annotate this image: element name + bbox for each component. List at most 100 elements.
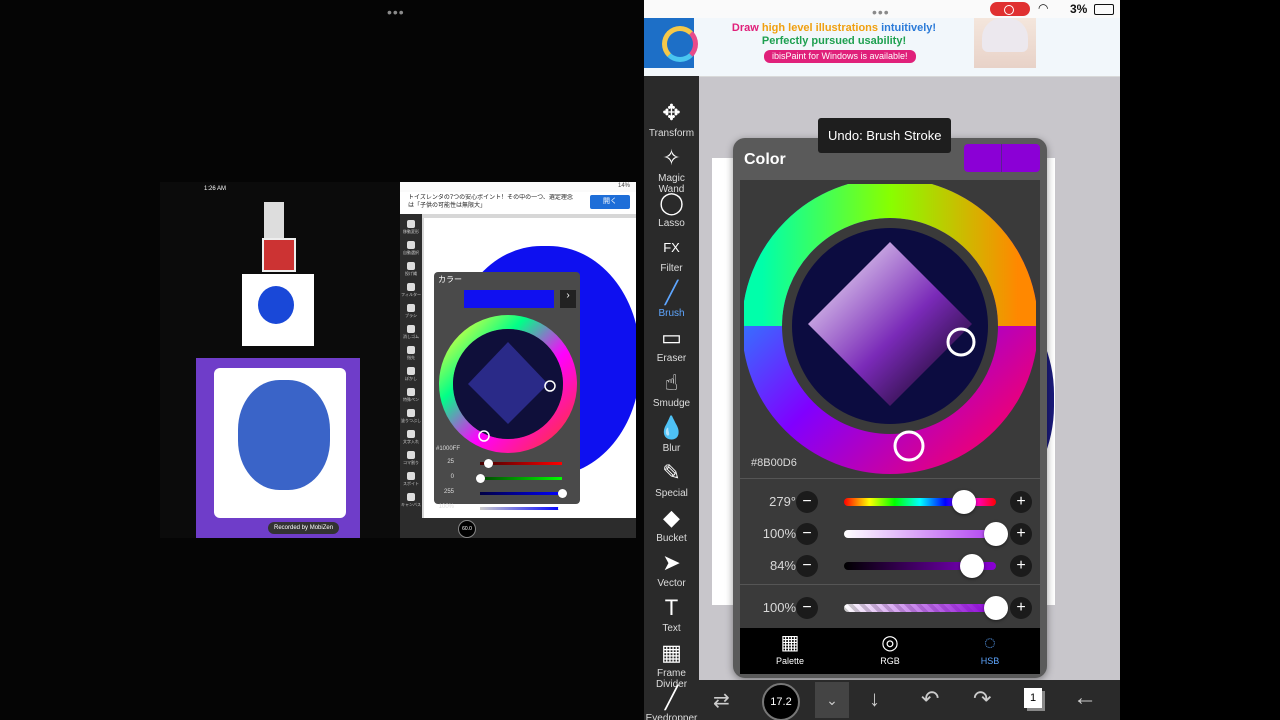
tool-lasso[interactable]: ◯ Lasso xyxy=(644,190,699,229)
mini-tool-icon xyxy=(407,304,415,312)
tool-smudge[interactable]: ☝ Smudge xyxy=(644,370,699,409)
color-panel-title: Color xyxy=(744,151,786,168)
brightness-plus-button[interactable]: + xyxy=(1010,555,1032,577)
mini-slider-row[interactable]: 0 xyxy=(434,471,580,485)
opacity-knob[interactable] xyxy=(984,596,1008,620)
hex-value[interactable]: #8B00D6 xyxy=(751,457,797,469)
brightness-knob[interactable] xyxy=(959,554,984,578)
tool-bucket[interactable]: ◆ Bucket xyxy=(644,505,699,544)
brush-size-button[interactable]: 17.2 xyxy=(762,683,800,720)
hsb-color-wheel[interactable] xyxy=(744,184,1036,476)
ad-banner[interactable]: Draw high level illustrations intuitivel… xyxy=(644,4,1120,77)
mini-slider-value: 0 xyxy=(450,474,454,480)
mini-ad-text: トイズレンタの7つの安心ポイント！その中の一つ、選定理念は「子供の可能性は無限大… xyxy=(408,195,573,209)
text-icon: T xyxy=(664,595,679,620)
tool-filter[interactable]: FX Filter xyxy=(644,235,699,274)
mini-slider-knob[interactable] xyxy=(558,504,567,513)
mini-slider-row[interactable]: 25 xyxy=(434,456,580,470)
hue-plus-button[interactable]: + xyxy=(1010,491,1032,513)
tool-magic-wand[interactable]: ✧ Magic Wand xyxy=(644,145,699,195)
tab-rgb[interactable]: ◎ RGB xyxy=(840,628,940,674)
mini-ad-button[interactable]: 開く xyxy=(590,195,630,209)
saturation-plus-button[interactable]: + xyxy=(1010,523,1032,545)
mini-tool[interactable]: 塗りつぶし xyxy=(400,409,422,424)
ad-windows-pill[interactable]: ibisPaint for Windows is available! xyxy=(764,50,916,63)
current-color-swatch[interactable] xyxy=(964,144,1040,172)
tool-eraser[interactable]: ▭ Eraser xyxy=(644,325,699,364)
tool-frame-divider[interactable]: ▦ Frame Divider xyxy=(644,640,699,690)
mini-current-color[interactable] xyxy=(464,290,554,308)
hue-knob[interactable] xyxy=(952,490,977,514)
hue-value: 279° xyxy=(769,494,796,509)
saturation-track[interactable] xyxy=(844,530,996,538)
tool-label: Bucket xyxy=(656,533,687,544)
ibis-logo-icon xyxy=(644,18,698,68)
mini-slider-knob[interactable] xyxy=(476,474,485,483)
mini-slider-row[interactable]: 255 xyxy=(434,486,580,500)
undo-icon[interactable]: ↶ xyxy=(921,686,939,712)
left-split-view: ••• 1:26 AM Recorded by MobiZen 14% トイズレ… xyxy=(0,0,644,720)
tool-text[interactable]: T Text xyxy=(644,595,699,634)
back-arrow-icon[interactable]: ← xyxy=(1073,684,1097,712)
swap-tools-icon[interactable]: ⇄ xyxy=(713,688,730,713)
mini-tool[interactable]: 文字入れ xyxy=(400,430,422,445)
mini-tool-icon xyxy=(407,409,415,417)
mini-tool[interactable]: フィルター xyxy=(400,283,422,298)
opacity-minus-button[interactable]: − xyxy=(796,597,818,619)
recorded-by-badge: Recorded by MobiZen xyxy=(268,522,340,534)
mini-tool-icon xyxy=(407,262,415,270)
mini-slider-value: 100% xyxy=(438,504,454,510)
mini-status: 14% xyxy=(400,182,636,192)
right-window-dots[interactable]: ••• xyxy=(872,4,890,20)
tab-label: RGB xyxy=(880,656,900,666)
hue-minus-button[interactable]: − xyxy=(796,491,818,513)
tool-special[interactable]: ✎ Special xyxy=(644,460,699,499)
arrow-down-icon[interactable]: ↓ xyxy=(869,686,880,712)
mini-tool[interactable]: 自動選択 xyxy=(400,241,422,256)
chevron-down-icon[interactable]: ⌄ xyxy=(815,682,849,718)
mini-tool[interactable]: スポイト xyxy=(400,472,422,487)
mini-chevron-right-icon[interactable]: › xyxy=(560,290,576,308)
saturation-minus-button[interactable]: − xyxy=(796,523,818,545)
mini-tool[interactable]: 特殊ペン xyxy=(400,388,422,403)
mini-tool-icon xyxy=(407,367,415,375)
slider-hue: 279° − + xyxy=(740,488,1040,516)
brightness-minus-button[interactable]: − xyxy=(796,555,818,577)
mini-tool[interactable]: 指先 xyxy=(400,346,422,361)
mini-battery: 14% xyxy=(617,183,630,189)
mini-brush-size[interactable]: 60.0 xyxy=(458,520,476,538)
mini-tool[interactable]: ブラシ xyxy=(400,304,422,319)
window-dots[interactable]: ••• xyxy=(387,4,405,20)
opacity-plus-button[interactable]: + xyxy=(1010,597,1032,619)
tool-transform[interactable]: ✥ Transform xyxy=(644,100,699,139)
saturation-knob[interactable] xyxy=(984,522,1008,546)
tool-blur[interactable]: 💧 Blur xyxy=(644,415,699,454)
redo-icon[interactable]: ↷ xyxy=(973,686,991,712)
mini-slider-track[interactable] xyxy=(480,477,562,480)
mini-tool[interactable]: 投げ縄 xyxy=(400,262,422,277)
recording-indicator xyxy=(990,2,1030,16)
tab-hsb[interactable]: ◌ HSB xyxy=(940,628,1040,674)
mini-tool[interactable]: ぼかし xyxy=(400,367,422,382)
tool-eyedropper[interactable]: ╱ Eyedropper xyxy=(644,685,699,720)
mini-tool-label: ブラシ xyxy=(405,313,417,318)
layers-icon[interactable]: 1 xyxy=(1024,688,1042,708)
vector-icon: ➤ xyxy=(662,550,681,575)
tool-brush[interactable]: ╱ Brush xyxy=(644,280,699,319)
mini-slider-track[interactable] xyxy=(480,507,562,510)
tab-palette[interactable]: ▦ Palette xyxy=(740,628,840,674)
eyedropper-icon: ╱ xyxy=(664,685,679,710)
mini-slider-knob[interactable] xyxy=(558,489,567,498)
mini-tool[interactable]: 消しゴム xyxy=(400,325,422,340)
mini-slider-row[interactable]: 100% xyxy=(434,501,580,515)
mini-tool[interactable]: コマ割り xyxy=(400,451,422,466)
mini-ibis-screen: 14% トイズレンタの7つの安心ポイント！その中の一つ、選定理念は「子供の可能性… xyxy=(400,182,636,538)
mini-slider-track[interactable] xyxy=(480,492,562,495)
mini-tool[interactable]: 移動変形 xyxy=(400,220,422,235)
mini-color-wheel[interactable] xyxy=(438,314,578,454)
mini-tool[interactable]: キャンバス xyxy=(400,493,422,508)
mini-slider-knob[interactable] xyxy=(484,459,494,468)
opacity-track[interactable] xyxy=(844,604,996,612)
mini-color-panel: カラー › #1000FF 25 0 255 100% xyxy=(434,272,580,513)
tool-vector[interactable]: ➤ Vector xyxy=(644,550,699,589)
